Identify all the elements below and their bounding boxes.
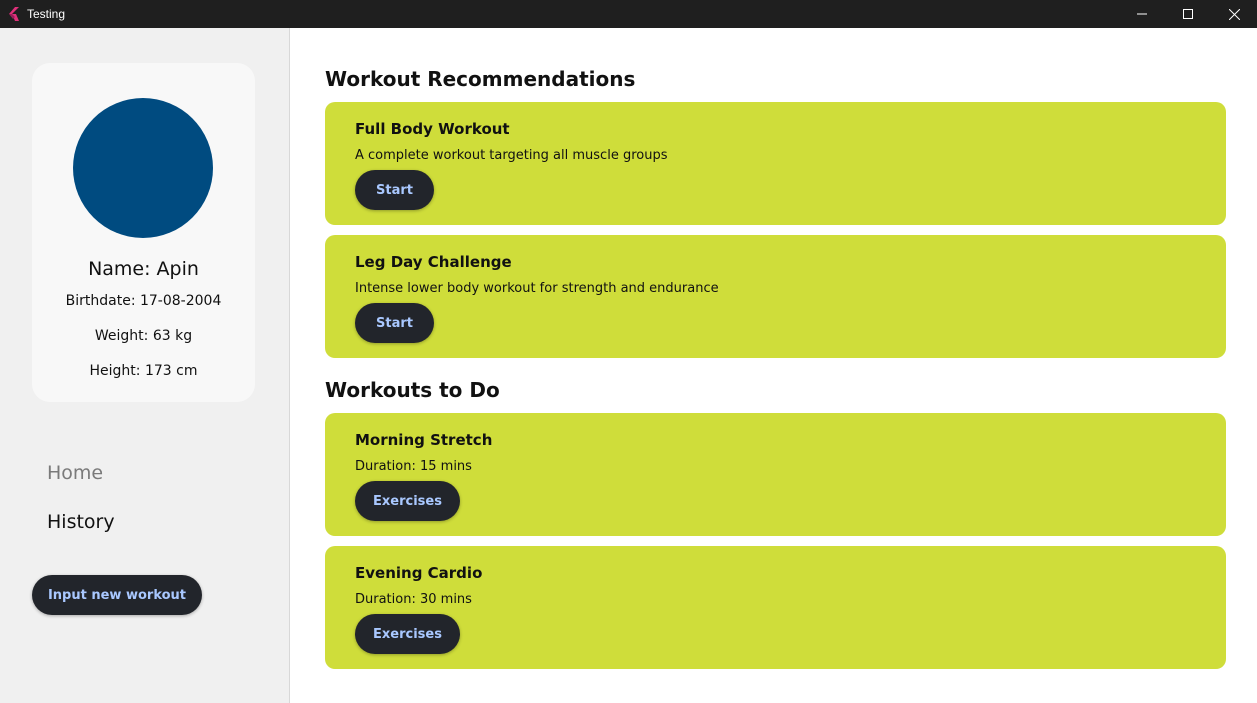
card-title: Leg Day Challenge	[355, 253, 512, 271]
flutter-app-icon	[9, 7, 19, 21]
close-button[interactable]	[1211, 0, 1257, 28]
card-duration: Duration: 30 mins	[355, 592, 472, 607]
input-new-workout-button[interactable]: Input new workout	[32, 575, 202, 615]
card-title: Evening Cardio	[355, 564, 483, 582]
minimize-icon	[1137, 13, 1147, 15]
minimize-button[interactable]	[1119, 0, 1165, 28]
recommendations-title: Workout Recommendations	[325, 67, 636, 91]
todo-card: Evening Cardio Duration: 30 mins Exercis…	[325, 546, 1226, 669]
exercises-button[interactable]: Exercises	[355, 481, 460, 521]
profile-name: Name: Apin	[88, 258, 199, 280]
maximize-button[interactable]	[1165, 0, 1211, 28]
start-button[interactable]: Start	[355, 303, 434, 343]
main-content: Workout Recommendations Full Body Workou…	[291, 28, 1257, 703]
card-description: Intense lower body workout for strength …	[355, 281, 719, 296]
card-title: Morning Stretch	[355, 431, 493, 449]
nav-history[interactable]: History	[47, 511, 115, 533]
recommendation-card: Leg Day Challenge Intense lower body wor…	[325, 235, 1226, 358]
card-title: Full Body Workout	[355, 120, 510, 138]
profile-height: Height: 173 cm	[89, 363, 198, 379]
exercises-button[interactable]: Exercises	[355, 614, 460, 654]
start-button[interactable]: Start	[355, 170, 434, 210]
sidebar: Name: Apin Birthdate: 17-08-2004 Weight:…	[0, 28, 290, 703]
profile-birthdate: Birthdate: 17-08-2004	[65, 293, 222, 309]
maximize-icon	[1183, 9, 1193, 19]
card-duration: Duration: 15 mins	[355, 459, 472, 474]
window-controls	[1119, 0, 1257, 28]
todo-card: Morning Stretch Duration: 15 mins Exerci…	[325, 413, 1226, 536]
profile-card: Name: Apin Birthdate: 17-08-2004 Weight:…	[32, 63, 255, 402]
close-icon	[1228, 8, 1240, 20]
nav-home[interactable]: Home	[47, 462, 103, 484]
recommendation-card: Full Body Workout A complete workout tar…	[325, 102, 1226, 225]
profile-weight: Weight: 63 kg	[94, 328, 193, 344]
title-bar: Testing	[0, 0, 1257, 28]
todo-title: Workouts to Do	[325, 378, 500, 402]
avatar	[73, 98, 213, 238]
card-description: A complete workout targeting all muscle …	[355, 148, 668, 163]
window-title: Testing	[27, 7, 66, 21]
